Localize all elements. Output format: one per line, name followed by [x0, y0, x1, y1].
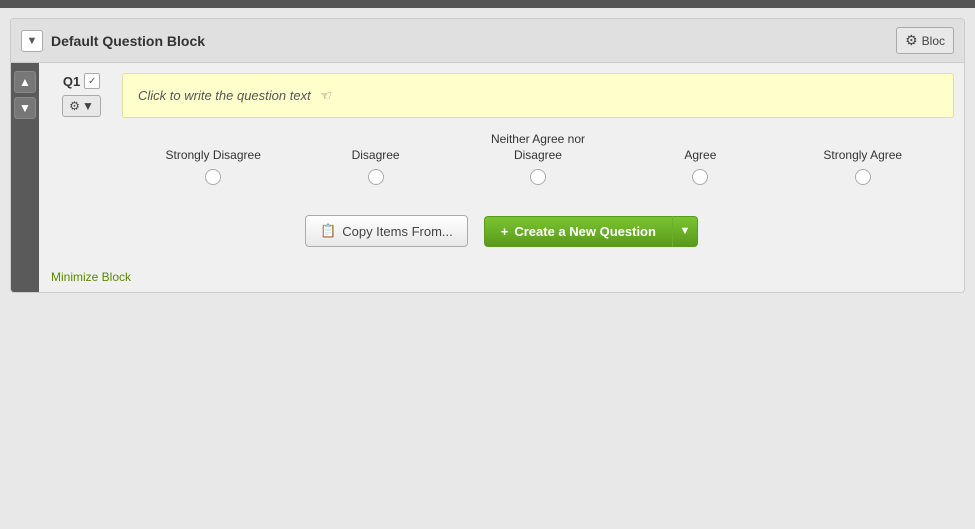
move-down-arrow[interactable]: ▼ — [14, 97, 36, 119]
create-dropdown-arrow: ▼ — [680, 225, 691, 237]
actions-row: 📋 Copy Items From... + Create a New Ques… — [39, 195, 964, 262]
scale-option-neither: Neither Agree nor Disagree — [483, 132, 593, 185]
top-bar — [0, 0, 975, 8]
scale-option-disagree: Disagree — [321, 148, 431, 186]
block-header: ▼ Default Question Block ⚙ Bloc — [11, 19, 964, 63]
block-collapse-button[interactable]: ▼ — [21, 30, 43, 52]
scale-option-strongly-agree: Strongly Agree — [808, 148, 918, 186]
minimize-block-link[interactable]: Minimize Block — [39, 262, 143, 292]
block-content: Q1 ✓ ⚙ ▼ Clic — [39, 63, 964, 195]
block-settings-button[interactable]: ⚙ Bloc — [896, 27, 954, 54]
scale-options: Strongly Disagree Disagree Neither Agree… — [122, 132, 954, 185]
scale-label-strongly-agree: Strongly Agree — [823, 148, 902, 164]
question-text-input[interactable]: Click to write the question text ☜ — [122, 73, 954, 118]
question-block: ▼ Default Question Block ⚙ Bloc ▲ ▼ — [10, 18, 965, 293]
scale-radio-strongly-disagree[interactable] — [205, 169, 221, 185]
copy-items-button[interactable]: 📋 Copy Items From... — [305, 215, 468, 247]
create-question-button[interactable]: + Create a New Question — [484, 216, 672, 247]
question-text-placeholder: Click to write the question text — [138, 88, 311, 103]
scale-label-strongly-disagree: Strongly Disagree — [165, 148, 260, 164]
copy-items-label: Copy Items From... — [342, 224, 453, 239]
scale-radio-neither[interactable] — [530, 169, 546, 185]
question-gear-dropdown-arrow: ▼ — [82, 99, 94, 113]
scale-radio-agree[interactable] — [692, 169, 708, 185]
scale-label-neither: Neither Agree nor Disagree — [483, 132, 593, 163]
question-main-area: Click to write the question text ☜ Stron… — [122, 73, 954, 185]
scale-label-agree: Agree — [684, 148, 716, 164]
question-sidebar: Q1 ✓ ⚙ ▼ — [49, 73, 114, 185]
scale-option-agree: Agree — [645, 148, 755, 186]
scale-radio-strongly-agree[interactable] — [855, 169, 871, 185]
create-plus-icon: + — [501, 224, 509, 239]
question-checkbox[interactable]: ✓ — [84, 73, 100, 89]
left-sidebar: ▲ ▼ — [11, 63, 39, 292]
gear-icon: ⚙ — [905, 32, 918, 49]
question-gear-icon: ⚙ — [69, 99, 80, 113]
scale-label-disagree: Disagree — [352, 148, 400, 164]
block-title: Default Question Block — [51, 33, 205, 49]
create-question-dropdown-button[interactable]: ▼ — [672, 216, 698, 247]
block-settings-label: Bloc — [922, 34, 945, 48]
cursor-icon: ☜ — [319, 88, 331, 104]
move-up-arrow[interactable]: ▲ — [14, 71, 36, 93]
question-settings-button[interactable]: ⚙ ▼ — [62, 95, 101, 117]
scale-radio-disagree[interactable] — [368, 169, 384, 185]
question-label: Q1 — [63, 74, 80, 89]
create-question-group: + Create a New Question ▼ — [484, 216, 698, 247]
copy-icon: 📋 — [320, 223, 336, 239]
scale-option-strongly-disagree: Strongly Disagree — [158, 148, 268, 186]
create-question-label: Create a New Question — [514, 224, 656, 239]
collapse-icon: ▼ — [27, 35, 38, 47]
